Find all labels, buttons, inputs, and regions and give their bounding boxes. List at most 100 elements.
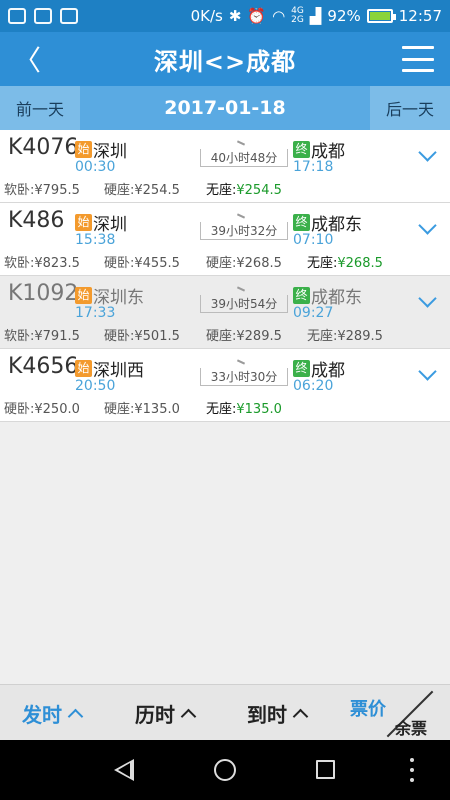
chevron-left-icon: 〈	[12, 44, 41, 77]
battery-fill	[369, 12, 390, 20]
sort-price-toggle[interactable]: 票价 余票	[350, 685, 450, 741]
end-tag: 终	[293, 141, 310, 158]
duration: 33小时30分	[200, 365, 288, 386]
seat-type: 硬座:	[104, 183, 135, 198]
nav-back-icon[interactable]	[114, 759, 134, 781]
train-number: K486	[8, 208, 65, 233]
chevron-down-icon[interactable]	[418, 290, 440, 312]
seat-type: 软卧:	[4, 329, 35, 344]
chevron-down-icon[interactable]	[418, 144, 440, 166]
seat-price: 硬卧:¥455.5	[104, 252, 180, 271]
menu-button[interactable]	[402, 46, 434, 72]
train-row[interactable]: K4076 始深圳 00:30 40小时48分终成都 17:18 软卧:¥795.5 硬座:…	[0, 130, 450, 203]
page-title: 深圳<>成都	[153, 47, 297, 76]
end-tag: 终	[293, 214, 310, 231]
system-nav-bar	[0, 740, 450, 800]
nav-home-icon[interactable]	[214, 759, 236, 781]
seat-price: 硬卧:¥501.5	[104, 325, 180, 344]
seat-price-value: ¥791.5	[34, 329, 80, 344]
status-right: 0K/s ✱ ⏰ ◠ 4G 2G ▟ 92% 12:57	[190, 7, 442, 26]
start-tag: 始	[75, 287, 92, 304]
sort-duration-button[interactable]: 历时	[135, 699, 197, 728]
train-list: K4076 始深圳 00:30 40小时48分终成都 17:18 软卧:¥795.5 硬座:…	[0, 130, 450, 422]
seat-type: 软卧:	[4, 256, 35, 271]
seat-price: 无座:¥289.5	[307, 325, 383, 344]
sort-arrive-button[interactable]: 到时	[247, 699, 309, 728]
next-day-button[interactable]: 后一天	[370, 86, 450, 130]
seat-type: 硬卧:	[104, 256, 135, 271]
battery-percent: 92%	[327, 7, 361, 25]
seat-type: 硬卧:	[4, 402, 35, 417]
end-tag: 终	[293, 360, 310, 377]
seat-type: 软卧:	[4, 183, 35, 198]
chevron-down-icon[interactable]	[418, 363, 440, 385]
nav-more-icon[interactable]	[410, 758, 414, 782]
arrival-time: 07:10	[293, 232, 334, 248]
battery-icon	[366, 9, 396, 23]
sort-duration-label: 历时	[135, 703, 175, 727]
train-number: K4076	[8, 135, 79, 160]
seat-price: 软卧:¥791.5	[4, 325, 80, 344]
seat-type: 无座:	[206, 183, 237, 198]
seat-price-value: ¥268.5	[236, 256, 282, 271]
status-bar: 0K/s ✱ ⏰ ◠ 4G 2G ▟ 92% 12:57	[0, 0, 450, 32]
start-tag: 始	[75, 360, 92, 377]
seat-price-value: ¥289.5	[337, 329, 383, 344]
seat-price: 硬座:¥289.5	[206, 325, 282, 344]
sort-depart-button[interactable]: 发时	[22, 699, 84, 728]
seat-type: 无座:	[307, 329, 338, 344]
prev-day-button[interactable]: 前一天	[0, 86, 80, 130]
train-row[interactable]: K486 始深圳 15:38 39小时32分终成都东 07:10 软卧:¥823.5 硬卧:…	[0, 203, 450, 276]
chevron-up-icon	[67, 708, 84, 725]
signal-icon: ▟	[309, 7, 322, 25]
app-header: 〈 深圳<>成都	[0, 32, 450, 86]
seat-type: 无座:	[307, 256, 338, 271]
cloud-icon	[8, 8, 26, 24]
departure-time: 00:30	[75, 159, 116, 175]
train-number: K4656	[8, 354, 79, 379]
seat-price-value: ¥268.5	[337, 256, 383, 271]
seat-price: 无座:¥254.5	[206, 179, 282, 198]
sort-price-label: 票价	[350, 699, 386, 720]
chevron-down-icon[interactable]	[418, 217, 440, 239]
duration: 39小时54分	[200, 292, 288, 313]
departure-time: 20:50	[75, 378, 116, 394]
current-date[interactable]: 2017-01-18	[80, 86, 370, 130]
wifi-icon: ◠	[272, 7, 286, 25]
duration-text: 33小时30分	[200, 368, 288, 386]
nav-recent-icon[interactable]	[316, 760, 335, 779]
seat-price: 硬座:¥135.0	[104, 398, 180, 417]
train-row[interactable]: K1092 始深圳东 17:33 39小时54分终成都东 09:27 软卧:¥791.5 硬…	[0, 276, 450, 349]
seat-price-value: ¥250.0	[34, 402, 80, 417]
sort-remain-label: 余票	[395, 719, 428, 738]
arrival-time: 09:27	[293, 305, 334, 321]
seat-price-value: ¥823.5	[34, 256, 80, 271]
duration-text: 39小时32分	[200, 222, 288, 240]
seat-price: 软卧:¥795.5	[4, 179, 80, 198]
duration-text: 39小时54分	[200, 295, 288, 313]
train-number: K1092	[8, 281, 79, 306]
seat-price-value: ¥501.5	[134, 329, 180, 344]
seat-type: 硬卧:	[104, 329, 135, 344]
seat-type: 硬座:	[206, 256, 237, 271]
seat-price: 硬座:¥254.5	[104, 179, 180, 198]
bluetooth-icon: ✱	[228, 7, 242, 25]
seat-price: 软卧:¥823.5	[4, 252, 80, 271]
alarm-icon: ⏰	[247, 7, 267, 25]
sort-depart-label: 发时	[22, 703, 62, 727]
duration: 40小时48分	[200, 146, 288, 167]
chevron-up-icon	[180, 708, 197, 725]
seat-price-value: ¥135.0	[134, 402, 180, 417]
seat-price-value: ¥289.5	[236, 329, 282, 344]
duration: 39小时32分	[200, 219, 288, 240]
seat-price: 硬座:¥268.5	[206, 252, 282, 271]
menu-icon-line	[402, 69, 434, 72]
back-button[interactable]: 〈	[10, 42, 44, 77]
departure-time: 17:33	[75, 305, 116, 321]
seat-price-value: ¥455.5	[134, 256, 180, 271]
train-row[interactable]: K4656 始深圳西 20:50 33小时30分终成都 06:20 硬卧:¥250.0 硬座…	[0, 349, 450, 422]
sort-bar: 发时 历时 到时 票价 余票	[0, 684, 450, 740]
network-bottom: 2G	[291, 15, 304, 25]
net-speed: 0K/s	[190, 7, 223, 25]
arrival-time: 06:20	[293, 378, 334, 394]
